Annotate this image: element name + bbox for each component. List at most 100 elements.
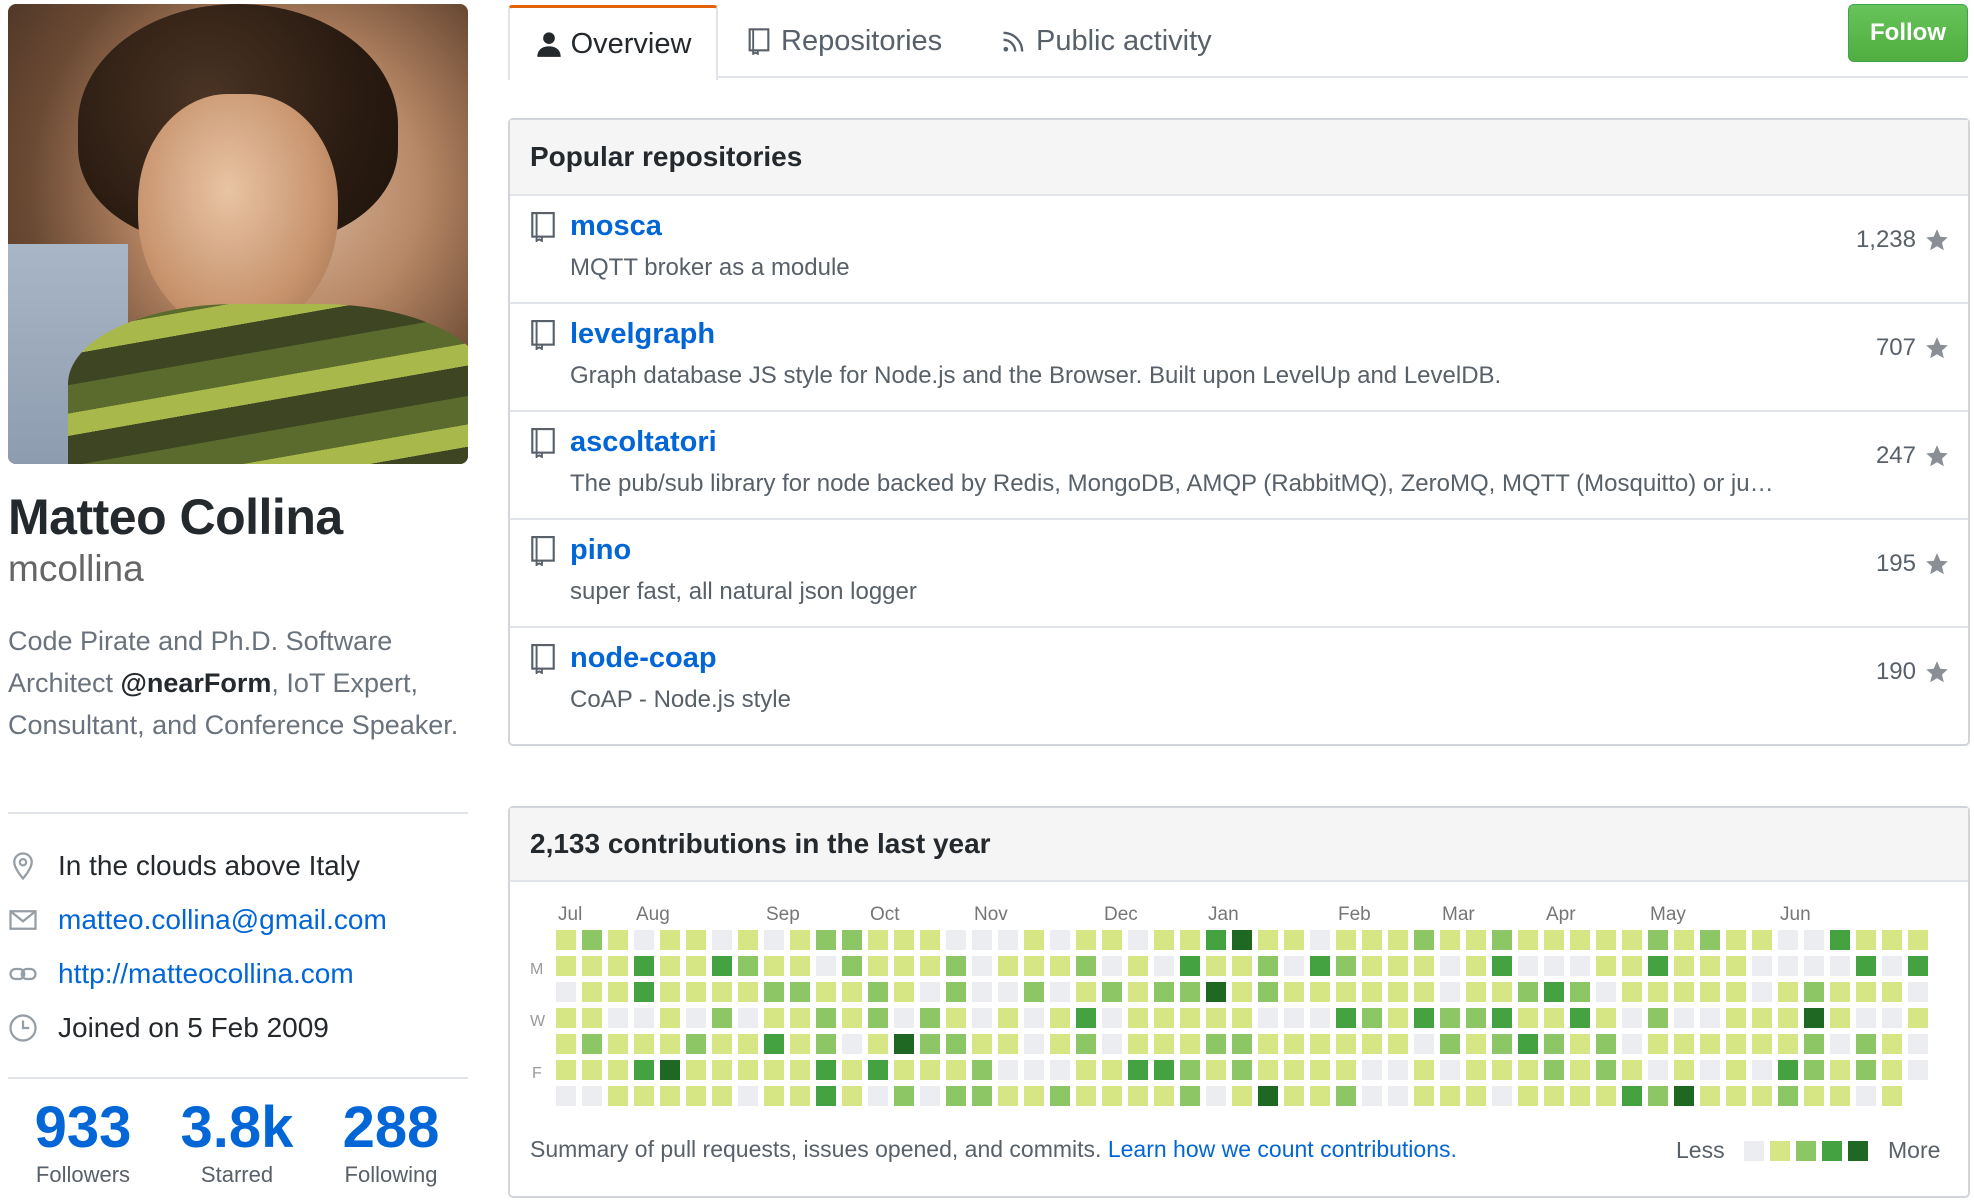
contribution-day bbox=[660, 1008, 680, 1028]
contribution-day bbox=[1726, 956, 1746, 976]
repo-description: The pub/sub library for node backed by R… bbox=[570, 470, 1774, 497]
contribution-day bbox=[1830, 982, 1850, 1002]
repo-name-link[interactable]: levelgraph bbox=[570, 318, 715, 351]
repo-description: MQTT broker as a module bbox=[570, 254, 850, 281]
contribution-day bbox=[1440, 982, 1460, 1002]
contribution-day bbox=[868, 930, 888, 950]
repo-item: ascoltatori The pub/sub library for node… bbox=[510, 412, 1968, 520]
day-label: W bbox=[530, 1013, 546, 1030]
contribution-day bbox=[1180, 930, 1200, 950]
contribution-day bbox=[894, 1086, 914, 1106]
contribution-day bbox=[1336, 1008, 1356, 1028]
contribution-day bbox=[1492, 1086, 1512, 1106]
follow-button[interactable]: Follow bbox=[1848, 4, 1968, 62]
contribution-day bbox=[1076, 930, 1096, 950]
repo-icon bbox=[531, 536, 555, 566]
contribution-day bbox=[816, 1060, 836, 1080]
contribution-day bbox=[894, 1060, 914, 1080]
repo-icon bbox=[531, 428, 555, 458]
contribution-day bbox=[1856, 982, 1876, 1002]
contribution-day bbox=[1700, 982, 1720, 1002]
profile-username: mcollina bbox=[8, 548, 144, 589]
contribution-day bbox=[816, 982, 836, 1002]
contribution-day bbox=[1050, 1060, 1070, 1080]
joined-text: Joined on 5 Feb 2009 bbox=[58, 1012, 329, 1043]
star-icon bbox=[1926, 445, 1948, 467]
tab-public-activity[interactable]: Public activity bbox=[1000, 5, 1212, 77]
contribution-day bbox=[608, 982, 628, 1002]
tab-repositories[interactable]: Repositories bbox=[745, 5, 942, 77]
contribution-day bbox=[738, 982, 758, 1002]
star-icon bbox=[1926, 661, 1948, 683]
contribution-day bbox=[1648, 1008, 1668, 1028]
star-count: 247 bbox=[1875, 442, 1916, 469]
star-icon bbox=[1926, 229, 1948, 251]
contribution-day bbox=[920, 1086, 940, 1106]
contribution-day bbox=[1050, 1086, 1070, 1106]
contribution-day bbox=[1674, 1008, 1694, 1028]
contribution-day bbox=[894, 930, 914, 950]
contribution-day bbox=[946, 1034, 966, 1054]
contribution-day bbox=[1206, 1060, 1226, 1080]
contribution-day bbox=[1336, 982, 1356, 1002]
repo-name-link[interactable]: pino bbox=[570, 534, 631, 567]
contribution-day bbox=[556, 1060, 576, 1080]
contribution-day bbox=[686, 1086, 706, 1106]
repo-stars[interactable]: 195 bbox=[1876, 550, 1950, 578]
contribution-day bbox=[972, 1060, 992, 1080]
contribution-day bbox=[1804, 1008, 1824, 1028]
contribution-day bbox=[1752, 1086, 1772, 1106]
contribution-day bbox=[1492, 1060, 1512, 1080]
contribution-day bbox=[1440, 1086, 1460, 1106]
repo-stars[interactable]: 190 bbox=[1876, 658, 1950, 686]
contribution-day bbox=[1388, 930, 1408, 950]
email-link[interactable]: matteo.collina@gmail.com bbox=[58, 904, 387, 936]
contribution-day bbox=[972, 1086, 992, 1106]
contribution-day bbox=[1102, 1086, 1122, 1106]
contribution-day bbox=[712, 1086, 732, 1106]
repo-name-link[interactable]: node-coap bbox=[570, 642, 717, 675]
contribution-day bbox=[738, 1034, 758, 1054]
contribution-day bbox=[1518, 1034, 1538, 1054]
contribution-day bbox=[1674, 1086, 1694, 1106]
contribution-day bbox=[816, 1008, 836, 1028]
repo-item: node-coap CoAP - Node.js style 190 bbox=[510, 628, 1968, 736]
repo-stars[interactable]: 1,238 bbox=[1856, 226, 1950, 254]
contribution-day bbox=[1778, 1060, 1798, 1080]
contribution-day bbox=[1024, 1086, 1044, 1106]
repo-stars[interactable]: 707 bbox=[1876, 334, 1950, 362]
contribution-day bbox=[712, 1060, 732, 1080]
contribution-day bbox=[816, 1086, 836, 1106]
contribution-day bbox=[1570, 1034, 1590, 1054]
contribution-day bbox=[660, 1086, 680, 1106]
stat-followers[interactable]: 933 Followers bbox=[18, 1098, 148, 1188]
contribution-day bbox=[1804, 930, 1824, 950]
contribution-day bbox=[1154, 930, 1174, 950]
contribution-day bbox=[712, 1008, 732, 1028]
contribution-day bbox=[1518, 956, 1538, 976]
repo-name-link[interactable]: ascoltatori bbox=[570, 426, 717, 459]
stat-following[interactable]: 288 Following bbox=[326, 1098, 456, 1188]
repo-stars[interactable]: 247 bbox=[1876, 442, 1950, 470]
stat-starred[interactable]: 3.8k Starred bbox=[172, 1098, 302, 1188]
website-link[interactable]: http://matteocollina.com bbox=[58, 958, 354, 990]
contribution-day bbox=[790, 1086, 810, 1106]
contribution-day bbox=[1336, 1060, 1356, 1080]
contribution-day bbox=[1804, 1060, 1824, 1080]
contribution-day bbox=[1596, 1060, 1616, 1080]
learn-more-link[interactable]: Learn how we count contributions. bbox=[1108, 1136, 1457, 1162]
bio-org-link[interactable]: @nearForm bbox=[121, 668, 272, 698]
contribution-day bbox=[1024, 1060, 1044, 1080]
repo-name-link[interactable]: mosca bbox=[570, 210, 662, 243]
legend-more: More bbox=[1888, 1137, 1941, 1163]
contribution-day bbox=[790, 1034, 810, 1054]
month-label: Sep bbox=[766, 904, 800, 925]
contribution-day bbox=[1648, 956, 1668, 976]
avatar bbox=[8, 4, 468, 464]
contribution-day bbox=[634, 930, 654, 950]
contribution-day bbox=[1518, 930, 1538, 950]
contribution-day bbox=[1544, 956, 1564, 976]
tab-label: Public activity bbox=[1036, 24, 1212, 57]
tab-overview[interactable]: Overview bbox=[508, 5, 718, 80]
contribution-day bbox=[1622, 982, 1642, 1002]
